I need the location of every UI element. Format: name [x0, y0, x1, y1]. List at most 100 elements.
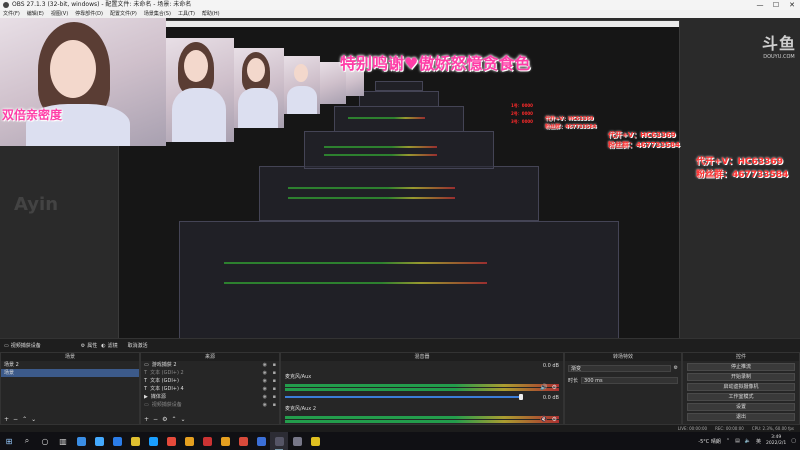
- gear-icon[interactable]: ⚙: [162, 415, 167, 424]
- add-icon[interactable]: +: [4, 415, 9, 424]
- taskbar-app-icon[interactable]: [144, 432, 162, 450]
- source-type-icon: T: [144, 386, 148, 392]
- clock[interactable]: 3:49 2022/2/1: [766, 435, 786, 447]
- studio-mode-button[interactable]: 工作室模式: [687, 393, 795, 401]
- taskbar-app-icon[interactable]: [252, 432, 270, 450]
- scene-item[interactable]: 场景 2: [1, 361, 139, 369]
- ime-indicator[interactable]: 英: [756, 438, 761, 445]
- eye-icon[interactable]: ◉: [263, 401, 267, 409]
- camera-icon: ▭: [4, 342, 9, 349]
- menu-file[interactable]: 文件(F): [3, 10, 20, 18]
- volume-icon[interactable]: 🔈: [745, 438, 751, 444]
- maximize-button[interactable]: ☐: [768, 0, 784, 10]
- taskbar-app-icon[interactable]: [90, 432, 108, 450]
- add-icon[interactable]: +: [144, 415, 149, 424]
- notification-icon[interactable]: ▢: [791, 438, 796, 444]
- menu-view[interactable]: 视图(V): [51, 10, 68, 18]
- lock-icon[interactable]: ▪: [273, 385, 276, 393]
- intimacy-caption: 双倍亲密度: [2, 108, 63, 122]
- gear-icon[interactable]: ⚙: [552, 416, 557, 423]
- deactivate-button[interactable]: 取消激活: [128, 342, 148, 349]
- taskbar-app-icon[interactable]: [198, 432, 216, 450]
- taskbar-app-icon[interactable]: [288, 432, 306, 450]
- eye-icon[interactable]: ◉: [263, 385, 267, 393]
- windows-taskbar: ⊞ ⌕ ○ ▥ -5°C 晴朗 ⌃ ▤ 🔈 英 3:49 2022/2/1 ▢: [0, 432, 800, 450]
- network-icon[interactable]: ▤: [735, 438, 740, 444]
- source-item[interactable]: ▭ 游戏捕获 2 ◉ ▪: [141, 361, 279, 369]
- close-button[interactable]: ✕: [784, 0, 800, 10]
- eye-icon[interactable]: ◉: [263, 361, 267, 369]
- controls-dock: 控件 停止推流 开始录制 启动虚拟摄像机 工作室模式 设置 退出: [682, 352, 800, 425]
- menu-edit[interactable]: 编辑(E): [27, 10, 44, 18]
- program-preview[interactable]: 1号：0000 2号：0000 3号：0000 代开+V：HC63369 粉丝群…: [0, 18, 800, 338]
- menu-tools[interactable]: 工具(T): [178, 10, 195, 18]
- source-label: 文本 (GDI+) 2: [150, 370, 184, 376]
- taskbar-app-icon[interactable]: [216, 432, 234, 450]
- eye-icon[interactable]: ◉: [263, 369, 267, 377]
- taskbar-app-icon[interactable]: [180, 432, 198, 450]
- nested-titlebar: [119, 21, 679, 27]
- move-up-icon[interactable]: ⌃: [171, 415, 176, 424]
- source-item[interactable]: ▶ 媒体源 ◉ ▪: [141, 393, 279, 401]
- taskbar-app-icon[interactable]: [270, 432, 288, 450]
- cpu-status: CPU: 2.3%, 60.00 fps: [751, 426, 794, 431]
- taskbar-app-icon[interactable]: [234, 432, 252, 450]
- lock-icon[interactable]: ▪: [273, 361, 276, 369]
- gear-icon[interactable]: ⚙: [552, 384, 557, 391]
- volume-meter: [285, 416, 559, 419]
- window-titlebar: OBS 27.1.3 (32-bit, windows) - 配置文件: 未命名…: [0, 0, 800, 10]
- lock-icon[interactable]: ▪: [273, 401, 276, 409]
- lock-icon[interactable]: ▪: [273, 377, 276, 385]
- virtual-camera-button[interactable]: 启动虚拟摄像机: [687, 383, 795, 391]
- taskbar-app-icon[interactable]: [126, 432, 144, 450]
- move-down-icon[interactable]: ⌄: [180, 415, 185, 424]
- muted-speaker-icon[interactable]: 🔇: [540, 416, 547, 423]
- gear-icon[interactable]: ⚙: [674, 365, 678, 371]
- source-item[interactable]: T 文本 (GDI+) 4 ◉ ▪: [141, 385, 279, 393]
- search-icon[interactable]: ⌕: [18, 432, 36, 450]
- start-icon[interactable]: ⊞: [0, 432, 18, 450]
- menu-docks[interactable]: 停靠部件(D): [75, 10, 103, 18]
- webcam-echo: [166, 38, 234, 142]
- lock-icon[interactable]: ▪: [273, 393, 276, 401]
- volume-meter: [285, 388, 559, 391]
- source-type-icon: T: [144, 378, 148, 384]
- speaker-icon[interactable]: 🔊: [540, 384, 547, 391]
- taskbar-app-icon[interactable]: [306, 432, 324, 450]
- scenes-dock: 场景 场景 2 场景 + − ⌃ ⌄: [0, 352, 140, 425]
- remove-icon[interactable]: −: [153, 415, 158, 424]
- taskbar-app-icon[interactable]: [108, 432, 126, 450]
- webcam-feed: [0, 18, 166, 146]
- menu-profile[interactable]: 配置文件(P): [110, 10, 137, 18]
- source-item[interactable]: T 文本 (GDI+) 2 ◉ ▪: [141, 369, 279, 377]
- menu-help[interactable]: 帮助(H): [202, 10, 220, 18]
- move-up-icon[interactable]: ⌃: [22, 415, 27, 424]
- eye-icon[interactable]: ◉: [263, 377, 267, 385]
- weather-widget[interactable]: -5°C 晴朗: [698, 438, 721, 445]
- exit-button[interactable]: 退出: [687, 413, 795, 421]
- duration-label: 时长: [568, 377, 579, 384]
- filters-button[interactable]: ◐ 滤镜: [101, 342, 117, 350]
- transition-select[interactable]: 渐变: [568, 364, 671, 372]
- task-view-icon[interactable]: ▥: [54, 432, 72, 450]
- source-item[interactable]: T 文本 (GDI+) ◉ ▪: [141, 377, 279, 385]
- chevron-up-icon[interactable]: ⌃: [726, 438, 730, 444]
- menu-scene-collection[interactable]: 场景集合(S): [144, 10, 171, 18]
- move-down-icon[interactable]: ⌄: [31, 415, 36, 424]
- source-item[interactable]: ▭ 视频捕获设备 ◉ ▪: [141, 401, 279, 409]
- start-recording-button[interactable]: 开始录制: [687, 373, 795, 381]
- scene-item[interactable]: 场景: [1, 369, 139, 377]
- minimize-button[interactable]: —: [752, 0, 768, 10]
- settings-button[interactable]: 设置: [687, 403, 795, 411]
- eye-icon[interactable]: ◉: [263, 393, 267, 401]
- properties-button[interactable]: ⚙ 属性: [81, 342, 98, 350]
- cortana-icon[interactable]: ○: [36, 432, 54, 450]
- stop-streaming-button[interactable]: 停止推流: [687, 363, 795, 371]
- lock-icon[interactable]: ▪: [273, 369, 276, 377]
- taskbar-app-icon[interactable]: [162, 432, 180, 450]
- transitions-dock: 转场特效 渐变 ⚙ 时长 300 ms: [564, 352, 682, 425]
- taskbar-app-icon[interactable]: [72, 432, 90, 450]
- window-title: OBS 27.1.3 (32-bit, windows) - 配置文件: 未命名…: [12, 1, 192, 8]
- duration-input[interactable]: 300 ms: [581, 376, 678, 384]
- remove-icon[interactable]: −: [13, 415, 18, 424]
